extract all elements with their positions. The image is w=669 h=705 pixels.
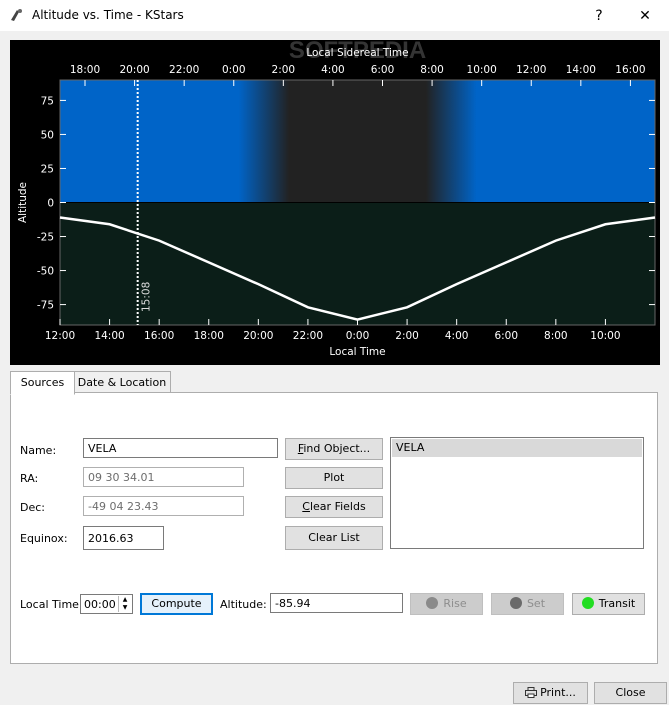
print-button[interactable]: Print... xyxy=(513,682,588,704)
source-list-item[interactable]: VELA xyxy=(392,439,642,457)
x-tick-label: 4:00 xyxy=(445,330,469,342)
title-bar: Altitude vs. Time - KStars ? ✕ xyxy=(0,0,669,31)
help-button[interactable]: ? xyxy=(584,4,614,28)
transit-status-icon xyxy=(581,597,594,609)
local-time-spinbox[interactable]: 00:00 ▲ ▼ xyxy=(80,594,133,614)
clear-list-button[interactable]: Clear List xyxy=(285,526,383,550)
set-button[interactable]: Set xyxy=(491,593,564,615)
tab-sources[interactable]: Sources xyxy=(10,371,75,395)
altitude-output[interactable] xyxy=(270,593,403,613)
x-tick-label: 6:00 xyxy=(494,330,518,342)
plot-button[interactable]: Plot xyxy=(285,467,383,489)
sky-region xyxy=(60,80,655,203)
top-tick-label: 0:00 xyxy=(222,64,246,76)
x-tick-label: 16:00 xyxy=(144,330,174,342)
transit-button[interactable]: Transit xyxy=(572,593,645,615)
top-axis-title: Local Sidereal Time xyxy=(306,47,408,59)
compute-button[interactable]: Compute xyxy=(140,593,213,615)
local-time-value: 00:00 xyxy=(84,598,116,611)
top-tick-label: 20:00 xyxy=(119,64,149,76)
y-tick-label: -75 xyxy=(37,300,54,312)
x-tick-label: 18:00 xyxy=(194,330,224,342)
altitude-label: Altitude: xyxy=(220,598,267,611)
top-tick-label: 22:00 xyxy=(169,64,199,76)
top-tick-label: 4:00 xyxy=(321,64,345,76)
source-list[interactable]: VELA xyxy=(390,437,644,549)
kstars-app-icon xyxy=(11,9,22,21)
x-tick-label: 2:00 xyxy=(395,330,419,342)
window-close-button[interactable]: ✕ xyxy=(630,4,660,28)
top-tick-label: 10:00 xyxy=(467,64,497,76)
y-tick-label: 0 xyxy=(47,198,54,210)
top-tick-label: 16:00 xyxy=(615,64,645,76)
x-tick-label: 22:00 xyxy=(293,330,323,342)
dec-label: Dec: xyxy=(20,501,45,514)
top-tick-label: 6:00 xyxy=(371,64,395,76)
window-title: Altitude vs. Time - KStars xyxy=(32,8,184,22)
ra-input[interactable] xyxy=(83,467,244,487)
name-label: Name: xyxy=(20,444,57,457)
local-time-label: Local Time: xyxy=(20,598,83,611)
ra-label: RA: xyxy=(20,472,39,485)
top-tick-label: 8:00 xyxy=(420,64,444,76)
rise-status-icon xyxy=(426,597,439,609)
x-tick-label: 12:00 xyxy=(45,330,75,342)
y-tick-label: 25 xyxy=(41,163,54,175)
find-object-button[interactable]: Find Object... xyxy=(285,438,383,460)
time-cursor-label: 15:08 xyxy=(141,282,153,312)
top-tick-label: 18:00 xyxy=(70,64,100,76)
left-axis-title: Altitude xyxy=(17,182,29,223)
dec-input[interactable] xyxy=(83,496,244,516)
y-tick-label: -50 xyxy=(37,266,54,278)
top-tick-label: 2:00 xyxy=(272,64,296,76)
x-tick-label: 8:00 xyxy=(544,330,568,342)
tab-date-location[interactable]: Date & Location xyxy=(73,371,171,394)
x-tick-label: 20:00 xyxy=(243,330,273,342)
clear-fields-button[interactable]: Clear Fields xyxy=(285,496,383,518)
set-status-icon xyxy=(509,597,522,609)
spin-up-icon[interactable]: ▲ xyxy=(119,596,131,604)
x-tick-label: 10:00 xyxy=(590,330,620,342)
spin-arrows[interactable]: ▲ ▼ xyxy=(118,596,131,612)
name-input[interactable] xyxy=(83,438,278,458)
equinox-input[interactable] xyxy=(83,526,164,550)
spin-down-icon[interactable]: ▼ xyxy=(119,604,131,612)
x-tick-label: 14:00 xyxy=(94,330,124,342)
altitude-plot[interactable]: 15:08 SOFTPEDIA 75 50 25 0 -25 -50 -75 12:00 14:0… xyxy=(10,40,660,365)
printer-icon xyxy=(525,686,538,698)
altitude-chart: 15:08 SOFTPEDIA7550250-25-50-7512:00 14:0… xyxy=(17,40,656,358)
x-tick-label: 0:00 xyxy=(346,330,370,342)
y-tick-label: 75 xyxy=(41,95,54,107)
top-tick-label: 12:00 xyxy=(516,64,546,76)
equinox-label: Equinox: xyxy=(20,532,68,545)
top-tick-label: 14:00 xyxy=(566,64,596,76)
rise-button[interactable]: Rise xyxy=(410,593,483,615)
bottom-axis-title: Local Time xyxy=(329,346,385,358)
close-button[interactable]: Close xyxy=(594,682,667,704)
y-tick-label: -25 xyxy=(37,232,54,244)
y-tick-label: 50 xyxy=(41,129,54,141)
